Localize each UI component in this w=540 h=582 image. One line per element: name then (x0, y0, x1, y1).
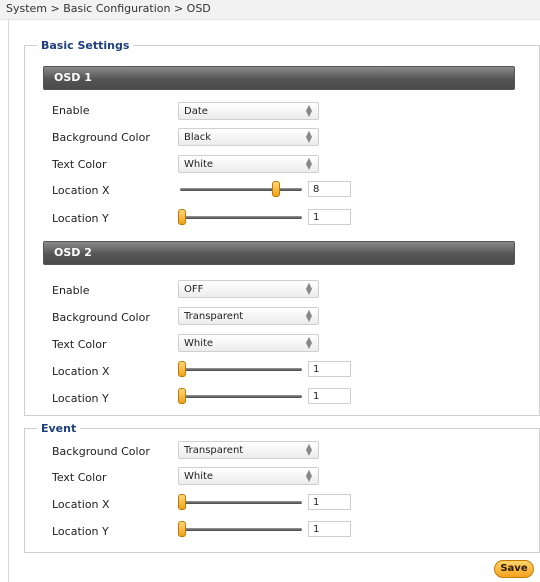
select-arrows-icon: ▲ ▼ (305, 335, 312, 350)
slider-track (180, 216, 302, 219)
osd2-header: OSD 2 (43, 241, 515, 265)
osd2-enable-label: Enable (52, 284, 90, 297)
osd1-bg-label: Background Color (52, 131, 150, 144)
osd1-bg-value: Black (184, 132, 212, 143)
osd2-bg-value: Transparent (184, 311, 244, 322)
slider-track (180, 188, 302, 191)
save-button[interactable]: Save (494, 560, 534, 578)
event-legend: Event (41, 422, 77, 435)
osd2-bg-select[interactable]: Transparent ▲ ▼ (178, 307, 319, 325)
event-bg-select[interactable]: Transparent ▲ ▼ (178, 441, 319, 459)
select-arrows-icon: ▲ ▼ (305, 281, 312, 296)
slider-handle[interactable] (178, 521, 186, 537)
event-text-color-select[interactable]: White ▲ ▼ (178, 467, 319, 485)
select-arrows-icon: ▲ ▼ (305, 129, 312, 144)
slider-handle[interactable] (178, 388, 186, 404)
breadcrumb: System > Basic Configuration > OSD (6, 2, 211, 15)
event-location-x-input[interactable]: 1 (308, 494, 351, 510)
osd2-enable-value: OFF (184, 284, 204, 295)
osd1-header: OSD 1 (43, 66, 515, 90)
osd2-location-x-value: 1 (313, 364, 320, 375)
osd2-location-x-input[interactable]: 1 (308, 361, 351, 377)
osd1-text-color-label: Text Color (52, 158, 107, 171)
event-location-x-slider[interactable] (178, 493, 302, 511)
event-bg-value: Transparent (184, 445, 244, 456)
osd2-location-y-slider[interactable] (178, 387, 302, 405)
select-arrows-icon: ▲ ▼ (305, 468, 312, 483)
osd1-location-y-label: Location Y (52, 212, 109, 225)
osd1-location-y-slider[interactable] (178, 208, 302, 226)
slider-track (180, 395, 302, 398)
slider-track (180, 501, 302, 504)
event-location-y-label: Location Y (52, 525, 109, 538)
osd1-location-y-value: 1 (313, 212, 320, 223)
osd2-bg-label: Background Color (52, 311, 150, 324)
osd2-location-x-slider[interactable] (178, 360, 302, 378)
event-text-color-label: Text Color (52, 471, 107, 484)
osd2-enable-select[interactable]: OFF ▲ ▼ (178, 280, 319, 298)
osd1-title: OSD 1 (54, 71, 92, 84)
osd2-location-x-label: Location X (52, 365, 110, 378)
select-arrows-icon: ▲ ▼ (305, 103, 312, 118)
osd2-text-color-select[interactable]: White ▲ ▼ (178, 334, 319, 352)
event-location-y-input[interactable]: 1 (308, 521, 351, 537)
osd2-location-y-value: 1 (313, 391, 320, 402)
osd2-text-color-label: Text Color (52, 338, 107, 351)
osd1-location-x-input[interactable]: 8 (308, 181, 351, 197)
slider-handle[interactable] (178, 494, 186, 510)
slider-track (180, 528, 302, 531)
event-text-color-value: White (184, 471, 214, 482)
osd1-enable-select[interactable]: Date ▲ ▼ (178, 102, 319, 120)
select-arrows-icon: ▲ ▼ (305, 442, 312, 457)
osd1-enable-value: Date (184, 106, 208, 117)
osd1-bg-select[interactable]: Black ▲ ▼ (178, 128, 319, 146)
event-location-y-slider[interactable] (178, 520, 302, 538)
osd1-location-y-input[interactable]: 1 (308, 209, 351, 225)
event-bg-label: Background Color (52, 445, 150, 458)
select-arrows-icon: ▲ ▼ (305, 156, 312, 171)
event-location-y-value: 1 (313, 524, 320, 535)
osd2-location-y-label: Location Y (52, 392, 109, 405)
osd2-title: OSD 2 (54, 246, 92, 259)
event-location-x-label: Location X (52, 498, 110, 511)
osd1-location-x-value: 8 (313, 184, 320, 195)
osd2-text-color-value: White (184, 338, 214, 349)
osd1-text-color-value: White (184, 159, 214, 170)
osd1-text-color-select[interactable]: White ▲ ▼ (178, 155, 319, 173)
osd1-location-x-slider[interactable] (178, 180, 302, 198)
slider-handle[interactable] (178, 361, 186, 377)
slider-track (180, 368, 302, 371)
basic-settings-legend: Basic Settings (41, 39, 130, 52)
osd1-location-x-label: Location X (52, 184, 110, 197)
slider-handle[interactable] (178, 209, 186, 225)
osd1-enable-label: Enable (52, 104, 90, 117)
slider-handle[interactable] (272, 181, 280, 197)
osd2-location-y-input[interactable]: 1 (308, 388, 351, 404)
select-arrows-icon: ▲ ▼ (305, 308, 312, 323)
top-bar: System > Basic Configuration > OSD (0, 0, 540, 20)
event-location-x-value: 1 (313, 497, 320, 508)
